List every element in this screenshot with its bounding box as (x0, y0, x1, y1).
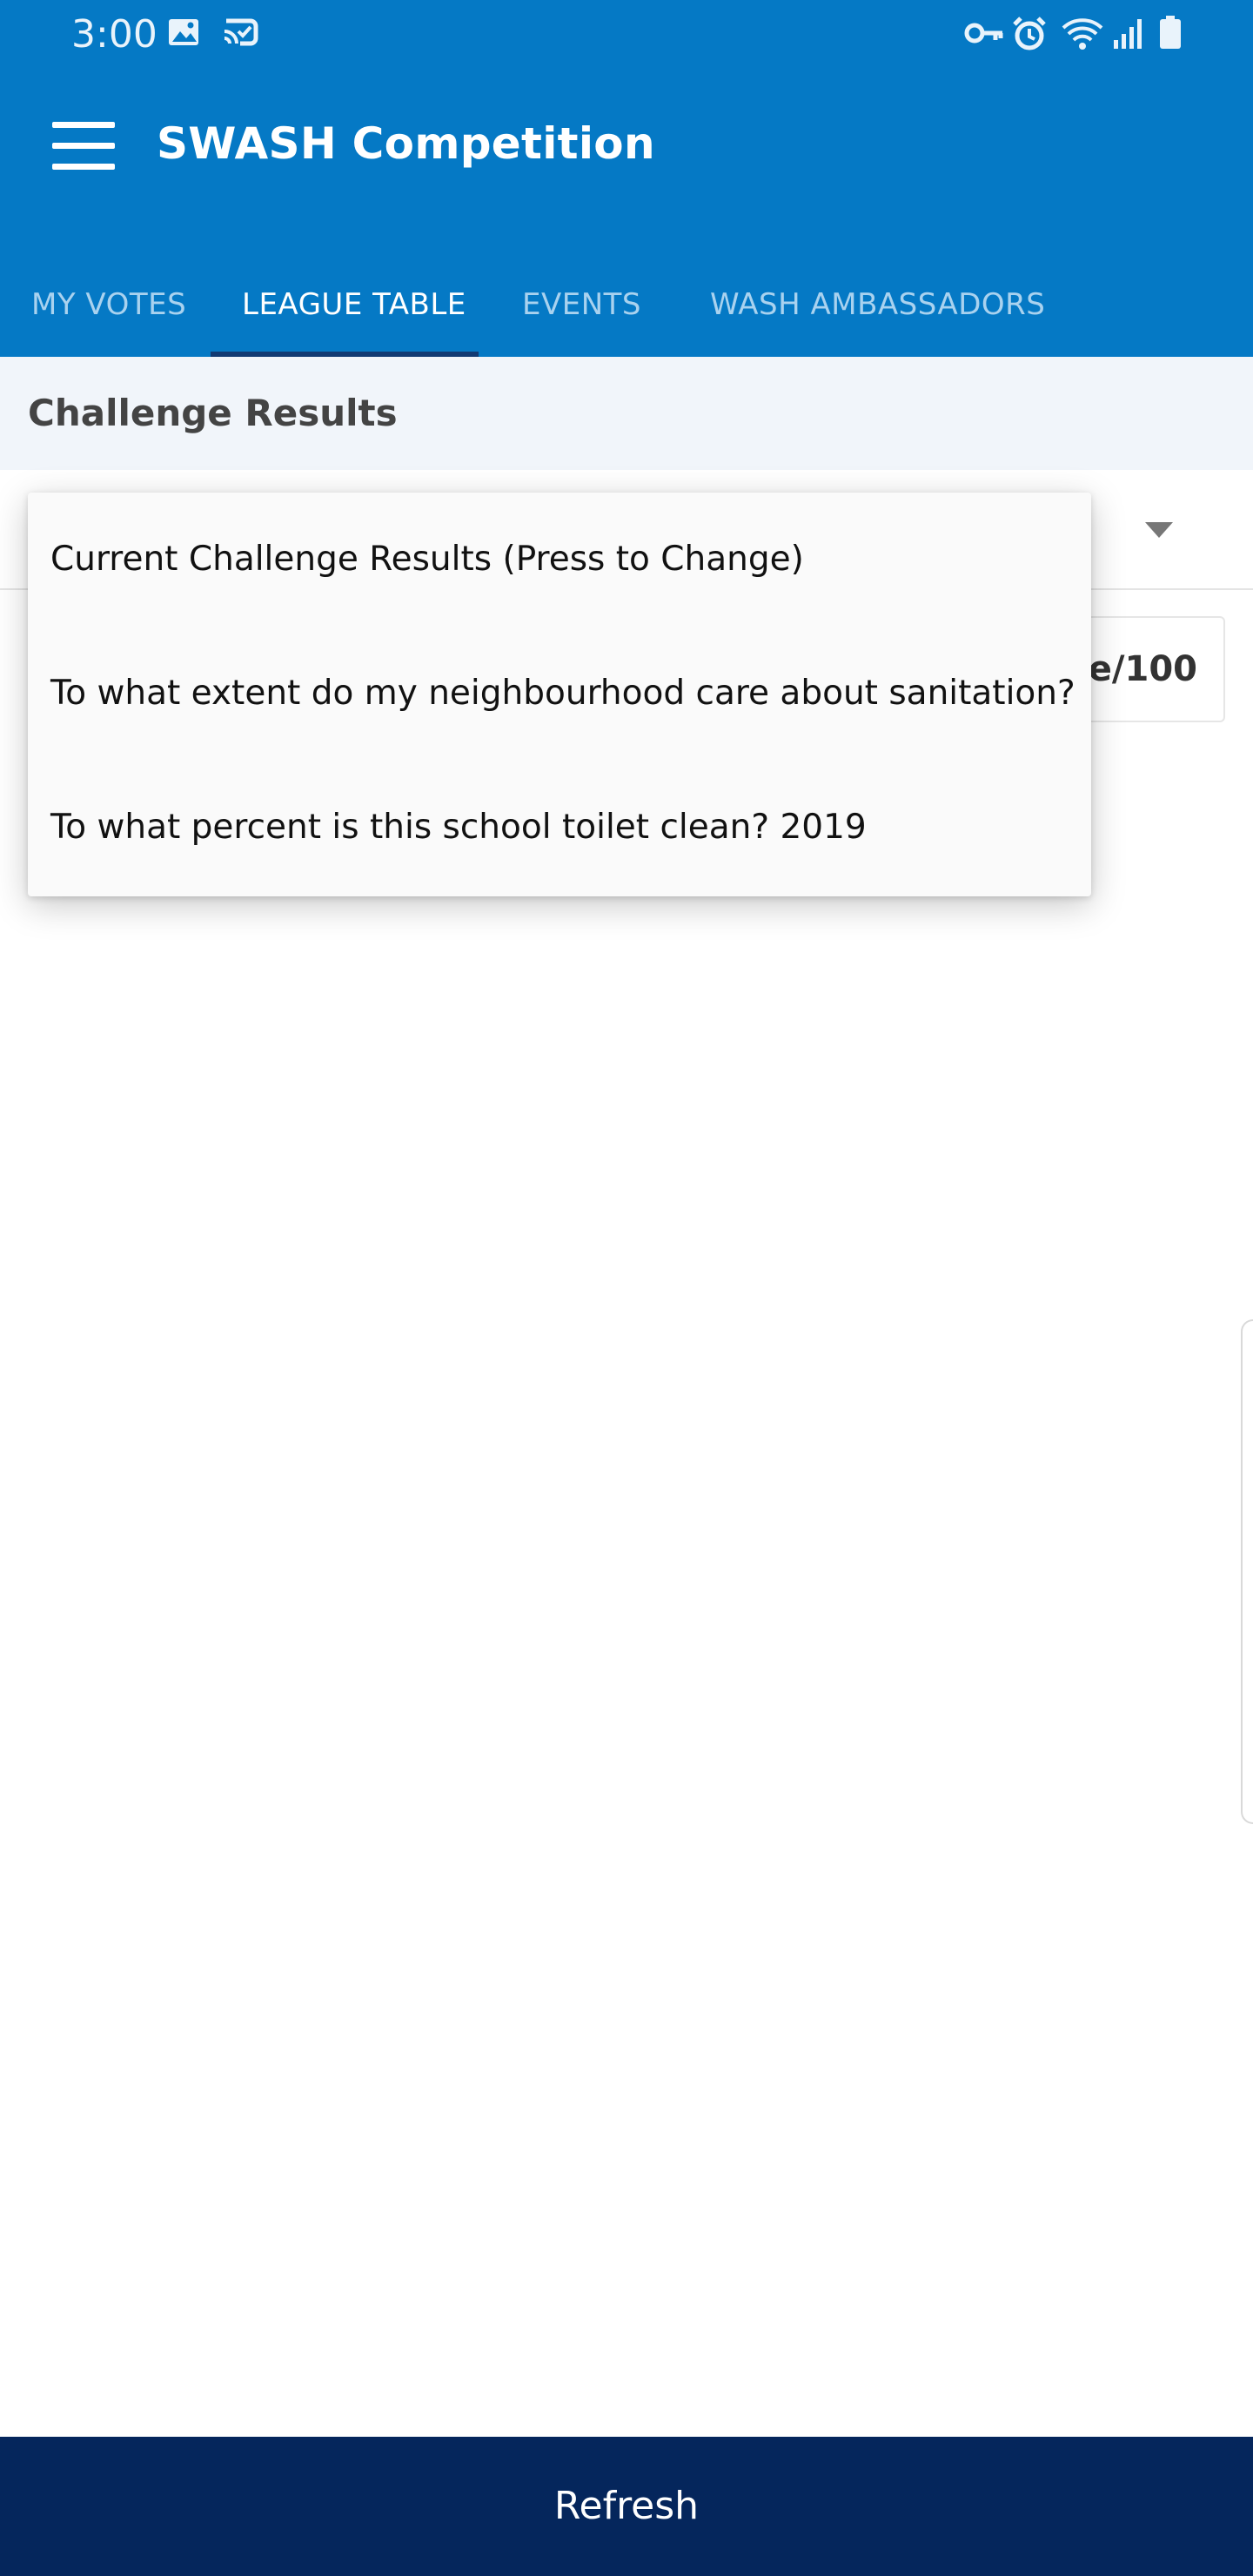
dropdown-option-school-toilet[interactable]: To what percent is this school toilet cl… (28, 761, 1091, 895)
alarm-icon (1011, 16, 1048, 56)
tab-events[interactable]: EVENTS (522, 252, 641, 357)
edge-panel-handle[interactable] (1241, 1319, 1253, 1824)
hamburger-menu-icon[interactable] (52, 122, 118, 172)
dropdown-option-neighbourhood[interactable]: To what extent do my neighbourhood care … (28, 627, 1091, 761)
section-title: Challenge Results (28, 392, 398, 434)
tab-bar: MY VOTES LEAGUE TABLE EVENTS WASH AMBASS… (0, 252, 1253, 357)
key-icon (964, 16, 1006, 54)
signal-icon (1112, 16, 1147, 54)
cast-check-icon (221, 16, 259, 54)
wifi-icon (1062, 16, 1103, 56)
status-time: 3:00 (71, 12, 157, 57)
battery-icon (1159, 16, 1182, 54)
refresh-label: Refresh (553, 2484, 700, 2528)
image-icon (167, 16, 202, 54)
challenge-dropdown-menu: Current Challenge Results (Press to Chan… (28, 493, 1091, 896)
app-title: SWASH Competition (157, 118, 655, 169)
app-bar: SWASH Competition MY VOTES LEAGUE TABLE … (0, 70, 1253, 357)
status-bar: 3:00 (0, 0, 1253, 70)
tab-league-table[interactable]: LEAGUE TABLE (242, 252, 466, 357)
dropdown-caret-icon[interactable] (1145, 522, 1173, 538)
refresh-button[interactable]: Refresh (0, 2437, 1253, 2576)
section-header: Challenge Results (0, 357, 1253, 470)
tab-wash-ambassadors[interactable]: WASH AMBASSADORS (710, 252, 1045, 357)
tab-my-votes[interactable]: MY VOTES (31, 252, 186, 357)
dropdown-option-current[interactable]: Current Challenge Results (Press to Chan… (28, 493, 1091, 627)
